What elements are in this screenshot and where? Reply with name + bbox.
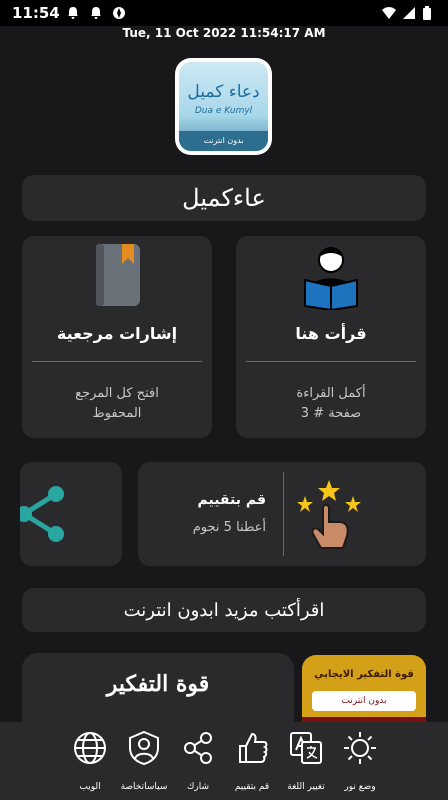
logo-latin-text: Dua e Kumyl	[194, 106, 253, 116]
share-card[interactable]	[20, 462, 122, 566]
rate-card[interactable]: قم بتقييم أعطنا 5 نجوم	[138, 462, 426, 566]
nav-privacy-label: سياساتخاصة	[120, 782, 168, 792]
nav-web[interactable]: الويب	[62, 722, 118, 800]
status-time: 11:54	[12, 4, 60, 22]
book-subtitle: بدون انترنت	[312, 691, 416, 711]
nav-web-label: الويب	[79, 782, 101, 792]
nav-share-label: شارك	[186, 782, 210, 792]
divider	[32, 361, 202, 362]
bookmarks-title: إشارات مرجعية	[56, 324, 178, 343]
rate-title: قم بتقييم	[197, 492, 266, 508]
nav-rate-label: قم بتقييم	[234, 782, 270, 792]
nav-change-language[interactable]: تغيير اللغة	[278, 722, 334, 800]
power-of-thinking-card[interactable]: قوة التفكير	[22, 653, 294, 733]
rate-stars-icon	[297, 480, 361, 549]
datetime-display: Tue, 11 Oct 2022 11:54:17 AM	[122, 26, 326, 40]
aperture-icon	[113, 7, 125, 19]
bookmarks-subtitle-line1: افتح كل المرجع	[75, 386, 159, 401]
globe-icon	[74, 732, 106, 764]
share-icon	[184, 732, 212, 764]
share-icon	[20, 486, 64, 542]
nav-rate[interactable]: قم بتقييم	[224, 722, 280, 800]
read-subtitle-line1: أكمل القراءة	[296, 386, 366, 401]
privacy-shield-icon	[129, 730, 159, 766]
logo-band-text: بدون انترنت	[179, 131, 268, 151]
app-logo: دعاء كميل Dua e Kumyl بدون انترنت	[175, 58, 272, 155]
book-title: قوة التفكير الايجابي	[314, 669, 414, 680]
nav-privacy-policy[interactable]: سياساتخاصة	[116, 722, 172, 800]
divider	[283, 472, 284, 556]
sun-icon	[344, 732, 376, 764]
continue-reading-card[interactable]: قرأت هنا أكمل القراءة صفحة # 3	[236, 236, 426, 438]
notification-bell-icon	[91, 7, 101, 19]
book-icon	[96, 244, 140, 306]
nav-share[interactable]: شارك	[170, 722, 226, 800]
read-subtitle-line2: صفحة # 3	[300, 406, 362, 421]
wifi-icon	[382, 7, 396, 19]
divider	[246, 361, 416, 362]
bookmarks-subtitle: افتح كل المرجع المحفوظ	[22, 384, 212, 424]
read-here-title: قرأت هنا	[295, 324, 367, 343]
app-title: عاءكميل	[182, 184, 266, 212]
translate-icon	[290, 732, 322, 764]
bookmarks-card[interactable]: إشارات مرجعية افتح كل المرجع المحفوظ	[22, 236, 212, 438]
thumbs-up-icon	[239, 732, 268, 763]
logo-arabic-text: دعاء كميل	[187, 82, 260, 102]
status-bar: 11:54	[0, 0, 448, 26]
read-more-offline-button[interactable]: اقرأكتب مزيد ابدون انترنت	[22, 588, 426, 632]
power-of-thinking-title: قوة التفكير	[106, 671, 210, 697]
read-subtitle: أكمل القراءة صفحة # 3	[236, 384, 426, 424]
nav-light-mode-label: وضع نور	[344, 782, 376, 792]
battery-icon	[423, 6, 431, 20]
bookmarks-subtitle-line2: المحفوظ	[92, 406, 142, 421]
read-more-offline-label: اقرأكتب مزيد ابدون انترنت	[123, 599, 325, 621]
app-title-card[interactable]: عاءكميل	[22, 175, 426, 221]
nav-light-mode[interactable]: وضع نور	[332, 722, 388, 800]
signal-icon	[403, 7, 415, 19]
nav-language-label: تغيير اللغة	[287, 782, 325, 792]
reader-icon	[304, 247, 358, 310]
rate-subtitle: أعطنا 5 نجوم	[192, 520, 266, 535]
notification-bell-icon	[68, 7, 78, 19]
bottom-nav: الويب سياساتخاصة شارك قم بتقييم تغيير ال…	[0, 722, 448, 800]
